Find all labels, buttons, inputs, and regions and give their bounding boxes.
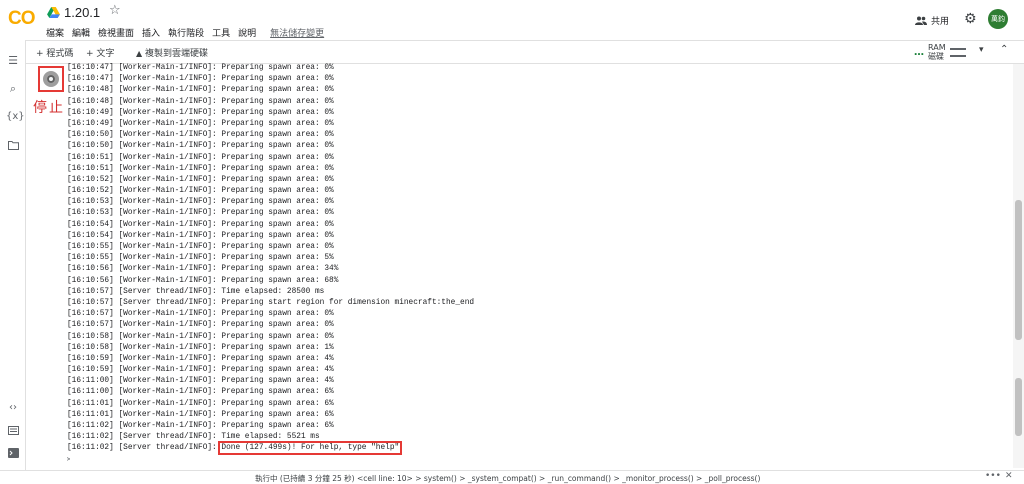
menu-edit[interactable]: 編輯	[72, 26, 90, 39]
menu-bar: 檔案 編輯 檢視畫面 插入 執行階段 工具 說明 無法儲存變更	[46, 26, 324, 39]
log-line: [16:10:58] [Worker-Main-1/INFO]: Prepari…	[67, 343, 334, 352]
log-line: [16:10:51] [Worker-Main-1/INFO]: Prepari…	[67, 153, 334, 162]
log-line: [16:10:55] [Worker-Main-1/INFO]: Prepari…	[67, 243, 334, 251]
code-snippets-icon[interactable]: ‹›	[6, 402, 20, 413]
log-line: [16:10:54] [Worker-Main-1/INFO]: Prepari…	[67, 231, 334, 240]
log-line: [16:10:57] [Server thread/INFO]: Time el…	[67, 287, 325, 296]
cell-output: [16:10:47] [Worker-Main-1/INFO]: Prepari…	[67, 63, 1007, 463]
log-line: [16:10:53] [Worker-Main-1/INFO]: Prepari…	[67, 198, 334, 207]
people-icon	[915, 16, 927, 25]
more-icon[interactable]: •••	[985, 471, 1001, 481]
terminal-icon[interactable]	[6, 448, 20, 461]
gear-icon[interactable]: ⚙	[964, 11, 977, 27]
disk-bar	[949, 54, 966, 57]
log-line: [16:10:59] [Worker-Main-1/INFO]: Prepari…	[67, 354, 334, 363]
menu-runtime[interactable]: 執行階段	[168, 26, 204, 39]
log-line: [16:10:54] [Worker-Main-1/INFO]: Prepari…	[67, 220, 334, 229]
log-line: [16:11:00] [Worker-Main-1/INFO]: Prepari…	[67, 377, 334, 386]
log-line: [16:11:01] [Worker-Main-1/INFO]: Prepari…	[67, 399, 334, 408]
drive-icon	[47, 7, 60, 18]
log-line: [16:10:57] [Worker-Main-1/INFO]: Prepari…	[67, 321, 334, 330]
done-line: [16:11:02] [Server thread/INFO]: Done (1…	[67, 441, 1007, 456]
chevron-down-icon[interactable]: ▾	[979, 45, 984, 55]
unsaved-changes-link[interactable]: 無法儲存變更	[270, 26, 324, 39]
drive-small-icon: ▲	[136, 49, 143, 58]
execution-status: 執行中 (已持續 3 分鐘 25 秒) <cell line: 10> > sy…	[255, 474, 761, 483]
log-line: [16:10:58] [Worker-Main-1/INFO]: Prepari…	[67, 332, 334, 341]
ram-bar	[949, 47, 966, 50]
log-line: [16:10:59] [Worker-Main-1/INFO]: Prepari…	[67, 366, 334, 375]
share-label: 共用	[931, 17, 950, 27]
stdin-prompt[interactable]: >	[67, 455, 1007, 463]
share-button[interactable]: 共用	[915, 14, 949, 27]
variables-icon[interactable]: {x}	[6, 111, 25, 122]
menu-insert[interactable]: 插入	[142, 26, 160, 39]
status-bar: 執行中 (已持續 3 分鐘 25 秒) <cell line: 10> > sy…	[0, 470, 1024, 484]
log-line: [16:10:47] [Worker-Main-1/INFO]: Prepari…	[67, 75, 334, 84]
log-line: [16:10:51] [Worker-Main-1/INFO]: Prepari…	[67, 164, 334, 173]
log-line: [16:10:50] [Worker-Main-1/INFO]: Prepari…	[67, 131, 334, 140]
log-line: [16:10:49] [Worker-Main-1/INFO]: Prepari…	[67, 119, 334, 128]
notebook-title[interactable]: 1.20.1	[64, 5, 100, 20]
done-prefix: [16:11:02] [Server thread/INFO]:	[67, 444, 222, 453]
copy-to-drive-label: 複製到雲端硬碟	[145, 49, 209, 59]
log-line: [16:11:02] [Server thread/INFO]: Time el…	[67, 433, 320, 442]
search-icon[interactable]: ⌕	[6, 82, 20, 96]
menu-tools[interactable]: 工具	[212, 26, 230, 39]
log-line: [16:10:57] [Worker-Main-1/INFO]: Prepari…	[67, 310, 334, 319]
log-lines: [16:10:47] [Worker-Main-1/INFO]: Prepari…	[67, 63, 1007, 443]
add-code-button[interactable]: + 程式碼	[36, 46, 73, 59]
disk-label: 磁碟	[928, 52, 944, 61]
log-line: [16:10:48] [Worker-Main-1/INFO]: Prepari…	[67, 86, 334, 95]
command-palette-icon[interactable]	[6, 425, 20, 438]
folder-icon[interactable]	[6, 140, 20, 153]
scrollbar-thumb[interactable]	[1015, 200, 1022, 340]
stop-cell-button[interactable]	[43, 71, 59, 87]
log-line: [16:10:52] [Worker-Main-1/INFO]: Prepari…	[67, 175, 334, 184]
stop-annotation: 停止	[33, 100, 65, 116]
log-line: [16:11:02] [Worker-Main-1/INFO]: Prepari…	[67, 422, 334, 430]
log-line: [16:10:48] [Worker-Main-1/INFO]: Prepari…	[67, 97, 334, 106]
menu-view[interactable]: 檢視畫面	[98, 26, 134, 39]
colab-logo[interactable]: CO	[8, 8, 35, 30]
connected-check-icon: …	[914, 46, 924, 58]
log-line: [16:10:56] [Worker-Main-1/INFO]: Prepari…	[67, 265, 339, 274]
star-icon[interactable]: ☆	[109, 3, 121, 18]
log-line: [16:10:50] [Worker-Main-1/INFO]: Prepari…	[67, 142, 334, 151]
app-header: CO 1.20.1 ☆ 檔案 編輯 檢視畫面 插入 執行階段 工具 說明 無法儲…	[0, 0, 1024, 40]
log-line: [16:10:56] [Worker-Main-1/INFO]: Prepari…	[67, 276, 339, 285]
log-line: [16:10:55] [Worker-Main-1/INFO]: Prepari…	[67, 254, 334, 263]
log-line: [16:10:47] [Worker-Main-1/INFO]: Prepari…	[67, 64, 334, 72]
log-line: [16:10:57] [Server thread/INFO]: Prepari…	[67, 298, 475, 307]
done-message: Done (127.499s)! For help, type "help"	[218, 441, 403, 456]
collapse-chevron-icon[interactable]: ⌃	[1000, 44, 1008, 55]
log-line: [16:11:00] [Worker-Main-1/INFO]: Prepari…	[67, 388, 334, 397]
log-line: [16:11:01] [Worker-Main-1/INFO]: Prepari…	[67, 410, 334, 419]
output-scrollbar-thumb[interactable]	[1015, 378, 1022, 436]
scrollbar[interactable]	[1013, 64, 1024, 468]
copy-to-drive-button[interactable]: ▲ 複製到雲端硬碟	[136, 46, 208, 59]
stop-highlight-frame	[38, 66, 64, 92]
close-icon[interactable]: ✕	[1005, 471, 1013, 481]
log-line: [16:10:53] [Worker-Main-1/INFO]: Prepari…	[67, 209, 334, 218]
toolbar: + 程式碼 + 文字 ▲ 複製到雲端硬碟 … RAM 磁碟 ▾ ⌃	[26, 40, 1024, 64]
menu-help[interactable]: 說明	[238, 26, 256, 39]
add-text-button[interactable]: + 文字	[86, 46, 114, 59]
menu-file[interactable]: 檔案	[46, 26, 64, 39]
resource-indicator[interactable]: … RAM 磁碟	[914, 43, 966, 61]
left-rail: ☰ ⌕ {x} ‹›	[0, 40, 26, 470]
log-line: [16:10:49] [Worker-Main-1/INFO]: Prepari…	[67, 108, 334, 117]
ram-label: RAM	[928, 43, 946, 52]
table-of-contents-icon[interactable]: ☰	[6, 54, 20, 67]
log-line: [16:10:52] [Worker-Main-1/INFO]: Prepari…	[67, 187, 334, 196]
avatar[interactable]: 萬鈞	[988, 9, 1008, 29]
